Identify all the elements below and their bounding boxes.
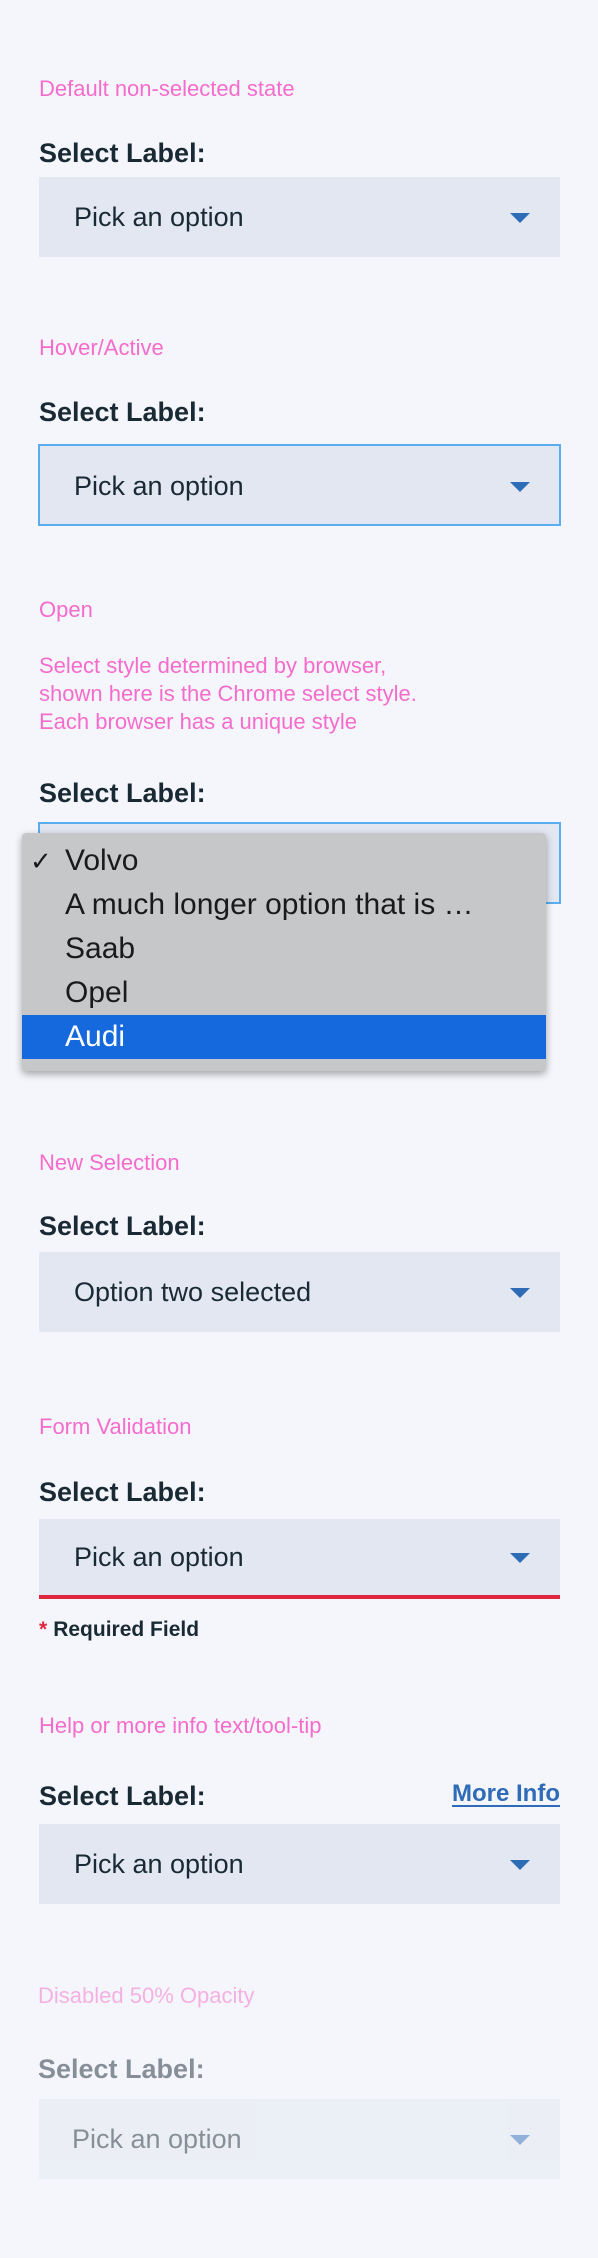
chevron-down-icon [510,482,530,492]
state-note-help: Help or more info text/tool-tip [39,1713,322,1738]
select-value: Pick an option [74,1542,244,1572]
state-note-new-selection: New Selection [39,1150,180,1175]
select-label-new-selection: Select Label: [39,1211,206,1241]
open-note-line-3: Each browser has a unique style [39,709,357,734]
state-note-validation: Form Validation [39,1414,192,1439]
option-label: Volvo [65,844,139,877]
dropdown-option-saab[interactable]: Saab [22,927,546,971]
select-label-disabled: Select Label: [38,2054,205,2084]
select-value: Pick an option [74,202,244,232]
select-value: Option two selected [74,1277,312,1307]
chevron-down-icon [510,1553,530,1563]
chevron-down-icon [510,2135,530,2145]
select-label-validation: Select Label: [39,1477,206,1507]
option-label: Audi [65,1020,126,1053]
state-note-hover: Hover/Active [39,335,164,360]
more-info-link[interactable]: More Info [452,1780,560,1808]
chevron-down-icon [510,213,530,223]
select-help[interactable]: Pick an option [39,1824,560,1904]
open-note-line-1: Select style determined by browser, [39,653,387,678]
select-value: Pick an option [72,2124,242,2154]
select-label-default: Select Label: [39,138,206,168]
state-note-open: Open [39,597,93,622]
select-value: Pick an option [74,471,244,501]
select-new-selection[interactable]: Option two selected [39,1252,560,1332]
option-label: Opel [65,976,129,1009]
select-default[interactable]: Pick an option [39,177,560,257]
option-label: A much longer option that is … [65,888,474,921]
option-label: Saab [65,932,136,965]
select-label-open: Select Label: [39,778,206,808]
chevron-down-icon [510,1288,530,1298]
select-label-hover: Select Label: [39,397,206,427]
select-hover[interactable]: Pick an option [38,444,561,526]
select-validation[interactable]: Pick an option [39,1519,560,1599]
checkmark-icon: ✓ [30,846,52,876]
select-label-help: Select Label: [39,1781,206,1811]
state-note-default: Default non-selected state [39,76,295,101]
open-note-line-2: shown here is the Chrome select style. [39,681,417,706]
select-value: Pick an option [74,1849,244,1879]
dropdown-option-audi[interactable]: Audi [22,1015,546,1059]
native-dropdown-list: ✓ Volvo A much longer option that is … S… [22,833,546,1071]
chevron-down-icon [510,1860,530,1870]
required-field-message: * Required Field [39,1618,199,1642]
required-star: * [39,1618,48,1641]
required-text: Required Field [53,1618,200,1641]
dropdown-option-opel[interactable]: Opel [22,971,546,1015]
select-disabled: Pick an option [39,2099,560,2179]
dropdown-option-volvo[interactable]: ✓ Volvo [22,839,546,883]
state-note-disabled: Disabled 50% Opacity [38,1983,255,2008]
dropdown-option-long[interactable]: A much longer option that is … [22,883,546,927]
